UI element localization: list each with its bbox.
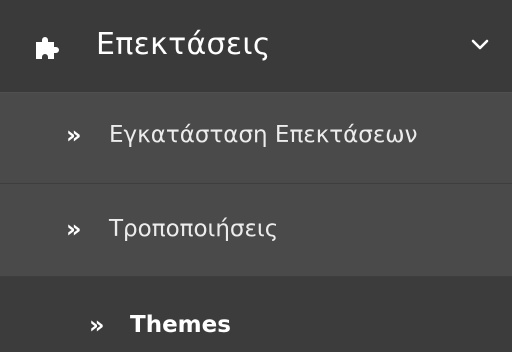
submenu-item-label: Εγκατάσταση Επεκτάσεων — [109, 122, 418, 148]
submenu-item-install-extensions[interactable]: » Εγκατάσταση Επεκτάσεων — [0, 93, 512, 184]
menu-header-title: Επεκτάσεις — [96, 27, 271, 62]
submenu-item-label: Τροποποιήσεις — [109, 216, 279, 242]
submenu-item-themes[interactable]: » Themes — [0, 277, 512, 352]
sidebar-menu: Επεκτάσεις » Εγκατάσταση Επεκτάσεων » Τρ… — [0, 0, 512, 352]
double-chevron-right-icon: » — [66, 121, 82, 149]
page-margin — [512, 0, 516, 352]
double-chevron-right-icon: » — [89, 311, 105, 339]
submenu-item-modifications[interactable]: » Τροποποιήσεις — [0, 184, 512, 277]
chevron-down-icon[interactable] — [471, 38, 489, 52]
puzzle-icon — [36, 37, 59, 59]
submenu-item-label: Themes — [130, 312, 231, 338]
extensions-menu-header[interactable]: Επεκτάσεις — [0, 0, 512, 93]
double-chevron-right-icon: » — [66, 215, 82, 243]
